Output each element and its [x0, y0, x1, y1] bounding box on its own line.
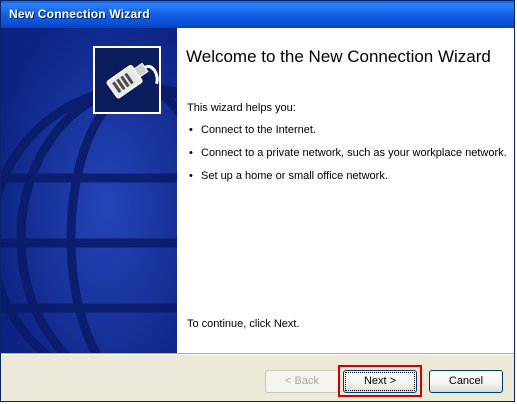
focus-rectangle [345, 372, 415, 391]
cancel-button[interactable]: Cancel [429, 370, 503, 393]
bullet-icon: • [189, 124, 193, 136]
title-bar[interactable]: New Connection Wizard [1, 1, 514, 28]
wizard-content: Welcome to the New Connection Wizard Thi… [177, 28, 514, 353]
list-item-text: Connect to the Internet. [201, 124, 316, 136]
network-cable-icon [93, 46, 161, 114]
wizard-window: New Connection Wizard Welcome to the New… [0, 0, 515, 402]
intro-text: This wizard helps you: [187, 102, 296, 114]
page-title: Welcome to the New Connection Wizard [186, 47, 491, 66]
bullet-icon: • [189, 170, 193, 182]
continue-instruction: To continue, click Next. [187, 318, 300, 330]
list-item: • Connect to the Internet. [187, 124, 507, 137]
wizard-sidebar-graphic [1, 28, 177, 353]
button-divider [1, 353, 514, 355]
bullet-icon: • [189, 147, 193, 159]
list-item: • Set up a home or small office network. [187, 170, 507, 183]
feature-list: • Connect to the Internet. • Connect to a … [187, 124, 507, 193]
list-item-text: Connect to a private network, such as yo… [201, 147, 507, 159]
window-title: New Connection Wizard [9, 7, 150, 21]
list-item: • Connect to a private network, such as y… [187, 147, 507, 160]
back-button[interactable]: < Back [265, 370, 339, 393]
list-item-text: Set up a home or small office network. [201, 170, 388, 182]
